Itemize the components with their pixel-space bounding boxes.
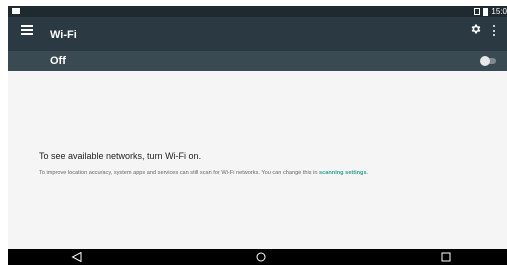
wifi-toggle-row[interactable]: Off [8, 51, 507, 71]
status-time: 15:0 [491, 7, 507, 16]
recents-icon[interactable] [440, 252, 452, 262]
home-icon[interactable] [255, 252, 267, 262]
back-icon[interactable] [71, 252, 83, 262]
more-vert-icon[interactable] [492, 25, 496, 36]
battery-icon [483, 7, 489, 16]
scanning-settings-link[interactable]: scanning settings [319, 170, 367, 176]
wifi-toggle-label: Off [50, 55, 66, 67]
navigation-bar [8, 249, 507, 265]
wifi-switch[interactable] [480, 56, 497, 66]
description-suffix: . [366, 170, 369, 176]
no-sim-icon [474, 8, 481, 15]
switch-thumb [480, 56, 490, 66]
main-content: To see available networks, turn Wi-Fi on… [8, 71, 507, 249]
wifi-off-description: To improve location accuracy, system app… [39, 169, 368, 177]
gear-icon[interactable] [470, 23, 482, 35]
device-screen: 15:0 Wi-Fi Off To see available networks… [8, 6, 507, 265]
notification-icon [12, 8, 20, 14]
app-bar: Wi-Fi [8, 17, 507, 51]
description-text: To improve location accuracy, system app… [39, 170, 318, 176]
status-indicators: 15:0 [474, 7, 507, 16]
menu-icon[interactable] [21, 25, 33, 35]
status-bar: 15:0 [8, 6, 507, 17]
page-title: Wi-Fi [50, 29, 77, 41]
wifi-off-heading: To see available networks, turn Wi-Fi on… [39, 151, 202, 161]
